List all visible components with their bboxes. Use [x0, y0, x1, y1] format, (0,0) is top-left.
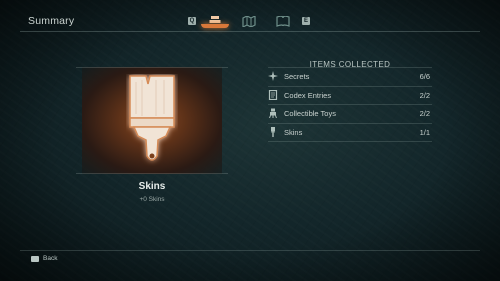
- list-item-codex-entries[interactable]: Codex Entries 2/2: [268, 87, 432, 105]
- item-showcase: [76, 67, 228, 174]
- paintbrush-icon: [271, 126, 275, 137]
- list-item-count: 2/2: [419, 90, 430, 100]
- back-button[interactable]: Back: [31, 255, 57, 262]
- tab-bar: Q E: [188, 12, 310, 30]
- list-item-label: Skins: [284, 127, 303, 137]
- back-label: Back: [43, 255, 58, 262]
- showcase-divider-bottom: [76, 173, 228, 174]
- collection-list: Secrets 6/6 Codex Entries 2/2 Collectibl…: [268, 67, 432, 142]
- selected-item-name: Skins: [138, 181, 166, 192]
- header: Summary Q E: [0, 0, 500, 34]
- list-item-count: 6/6: [419, 72, 430, 81]
- list-item-count: 2/2: [419, 109, 430, 118]
- secret-sparkle-icon: [268, 71, 278, 81]
- collection-stack-icon: [208, 15, 222, 27]
- header-divider: [20, 31, 480, 32]
- list-item-skins[interactable]: Skins 1/1: [268, 124, 432, 142]
- map-icon: [242, 15, 256, 27]
- back-key-icon: [31, 255, 39, 262]
- tab-collection[interactable]: [200, 13, 230, 29]
- tab-journal[interactable]: [268, 13, 298, 29]
- toy-robot-icon: [269, 108, 277, 118]
- footer-divider: [20, 250, 480, 251]
- journal-icon: [276, 15, 290, 27]
- paintbrush-icon: [129, 75, 175, 161]
- list-item-label: Collectible Toys: [284, 109, 336, 118]
- list-item-count: 1/1: [419, 127, 430, 137]
- list-item-label: Codex Entries: [284, 90, 332, 100]
- next-tab-key-hint[interactable]: E: [302, 17, 310, 25]
- list-item-collectible-toys[interactable]: Collectible Toys 2/2: [268, 105, 432, 124]
- codex-book-icon: [268, 89, 278, 100]
- list-item-label: Secrets: [284, 72, 310, 81]
- page-title: Summary: [28, 15, 75, 27]
- list-item-secrets[interactable]: Secrets 6/6: [268, 67, 432, 87]
- tab-map[interactable]: [234, 13, 264, 29]
- prev-tab-key-hint[interactable]: Q: [188, 17, 196, 25]
- selected-item-subtitle: +0 Skins: [139, 196, 165, 203]
- showcase-divider-top: [76, 67, 228, 68]
